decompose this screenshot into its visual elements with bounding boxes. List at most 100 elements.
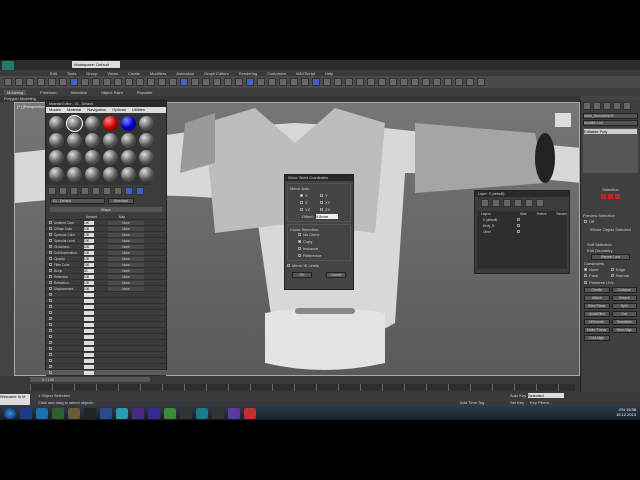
start-button[interactable] [4,407,16,419]
menu-item-maxscript[interactable]: MAXScript [296,71,315,76]
map-slot-button[interactable]: None [108,256,144,261]
clone-option-reference[interactable]: Reference [298,253,348,258]
material-sample-slot[interactable] [85,150,100,165]
toolbar-button-icon[interactable] [411,78,419,86]
workspace-dropdown[interactable]: Workspace: Default [72,61,120,68]
radio-icon[interactable] [320,201,323,204]
menu-item-help[interactable]: Help [325,71,333,76]
split-button[interactable]: Split [611,303,637,309]
layer-column-freeze[interactable]: Freeze [537,212,547,216]
cut-button[interactable]: Cut [611,311,637,317]
map-enable-checkbox[interactable] [49,293,52,296]
map-enable-checkbox[interactable] [49,365,52,368]
taskbar-app-icon[interactable] [196,407,208,419]
map-amount-spinner[interactable]: 100 [84,274,94,279]
material-sample-slot[interactable] [67,133,82,148]
taskbar-app-icon[interactable] [52,407,64,419]
toolbar-button-icon[interactable] [48,78,56,86]
map-amount-spinner[interactable] [84,316,94,321]
toolbar-button-icon[interactable] [356,78,364,86]
material-sample-slot[interactable] [103,167,118,182]
map-enable-checkbox[interactable] [49,323,52,326]
constraint-normal[interactable]: Normal [611,273,637,278]
mirror-axis-y[interactable]: Y [320,193,338,198]
taskbar-app-icon[interactable] [68,407,80,419]
time-slider[interactable]: 0 / 100 [30,377,150,382]
selection-rollout[interactable]: Selection [581,187,640,192]
map-slot-button[interactable]: None [108,238,144,243]
layer-manager-window[interactable]: Layer: 0 (default) Layers Hide Freeze Rende… [474,190,570,274]
mirror-axis-zx[interactable]: ZX [320,207,338,212]
constraint-face[interactable]: Face [584,273,610,278]
toolbar-button-icon[interactable] [268,78,276,86]
toolbar-button-icon[interactable] [180,78,188,86]
quickslice-button[interactable]: QuickSlice [584,311,610,317]
map-amount-spinner[interactable]: 100 [84,244,94,249]
taskbar-app-icon[interactable] [244,407,256,419]
ribbon-tab-selection[interactable]: Selection [70,90,86,95]
radio-icon[interactable] [300,208,303,211]
map-amount-spinner[interactable] [84,346,94,351]
material-sample-slot[interactable] [121,167,136,182]
taskbar-app-icon[interactable] [164,407,176,419]
material-sample-slot[interactable] [67,167,82,182]
toolbar-button-icon[interactable] [147,78,155,86]
menu-item-rendering[interactable]: Rendering [239,71,257,76]
collapse-button[interactable]: Collapse [611,287,637,293]
grid-align-button[interactable]: Grid Align [584,335,610,341]
toolbar-button-icon[interactable] [279,78,287,86]
toolbar-button-icon[interactable] [235,78,243,86]
tessellate-button[interactable]: Tessellate [611,319,637,325]
taskbar-app-icon[interactable] [212,407,224,419]
toolbar-button-icon[interactable] [334,78,342,86]
set-key-button[interactable]: Set Key [510,400,524,405]
material-sample-slot[interactable] [85,133,100,148]
toolbar-button-icon[interactable] [290,78,298,86]
object-name-field[interactable]: Artist_Shoulders01 [583,113,638,119]
map-enable-checkbox[interactable] [49,281,52,284]
map-enable-checkbox[interactable] [49,311,52,314]
toolbar-button-icon[interactable] [246,78,254,86]
radio-icon[interactable] [320,194,323,197]
toolbar-button-icon[interactable] [37,78,45,86]
hide-toggle[interactable] [517,230,520,233]
material-sample-slot[interactable] [49,150,64,165]
map-amount-spinner[interactable] [84,304,94,309]
map-slot-button[interactable]: None [108,286,144,291]
toolbar-button-icon[interactable] [59,78,67,86]
map-enable-checkbox[interactable] [49,347,52,350]
clone-option-copy[interactable]: Copy [298,239,348,244]
menu-item-group[interactable]: Group [86,71,97,76]
material-sample-slot[interactable] [139,133,154,148]
ribbon-tab-freeform[interactable]: Freeform [40,90,56,95]
toolbar-button-icon[interactable] [455,78,463,86]
toolbar-button-icon[interactable] [345,78,353,86]
map-amount-spinner[interactable] [84,352,94,357]
repeat-last-button[interactable]: Repeat Last [591,254,630,260]
offset-input[interactable]: 0.0mm [315,214,338,219]
map-amount-spinner[interactable]: 100 [84,220,94,225]
radio-icon[interactable] [584,274,587,277]
map-slot-button[interactable]: None [108,250,144,255]
map-enable-checkbox[interactable] [49,317,52,320]
mirror-axis-x[interactable]: X [300,193,318,198]
toolbar-button-icon[interactable] [477,78,485,86]
material-name-field[interactable]: 01 - Default [50,198,105,204]
toolbar-button-icon[interactable] [26,78,34,86]
auto-key-button[interactable]: Auto Key [510,393,526,398]
layer-column-layers[interactable]: Layers [481,212,510,216]
toolbar-button-icon[interactable] [389,78,397,86]
map-enable-checkbox[interactable] [49,245,52,248]
material-sample-slot[interactable] [66,115,83,132]
toolbar-button-icon[interactable] [158,78,166,86]
constraint-none[interactable]: None [584,267,610,272]
map-amount-spinner[interactable]: 100 [84,238,94,243]
taskbar-app-icon[interactable] [84,407,96,419]
map-enable-checkbox[interactable] [49,239,52,242]
toolbar-button-icon[interactable] [444,78,452,86]
ok-button[interactable]: OK [292,272,312,278]
clone-option-no-clone[interactable]: No Clone [298,232,348,237]
material-menu-options[interactable]: Options [112,107,126,113]
menu-item-customize[interactable]: Customize [267,71,286,76]
map-slot-button[interactable]: None [108,220,144,225]
